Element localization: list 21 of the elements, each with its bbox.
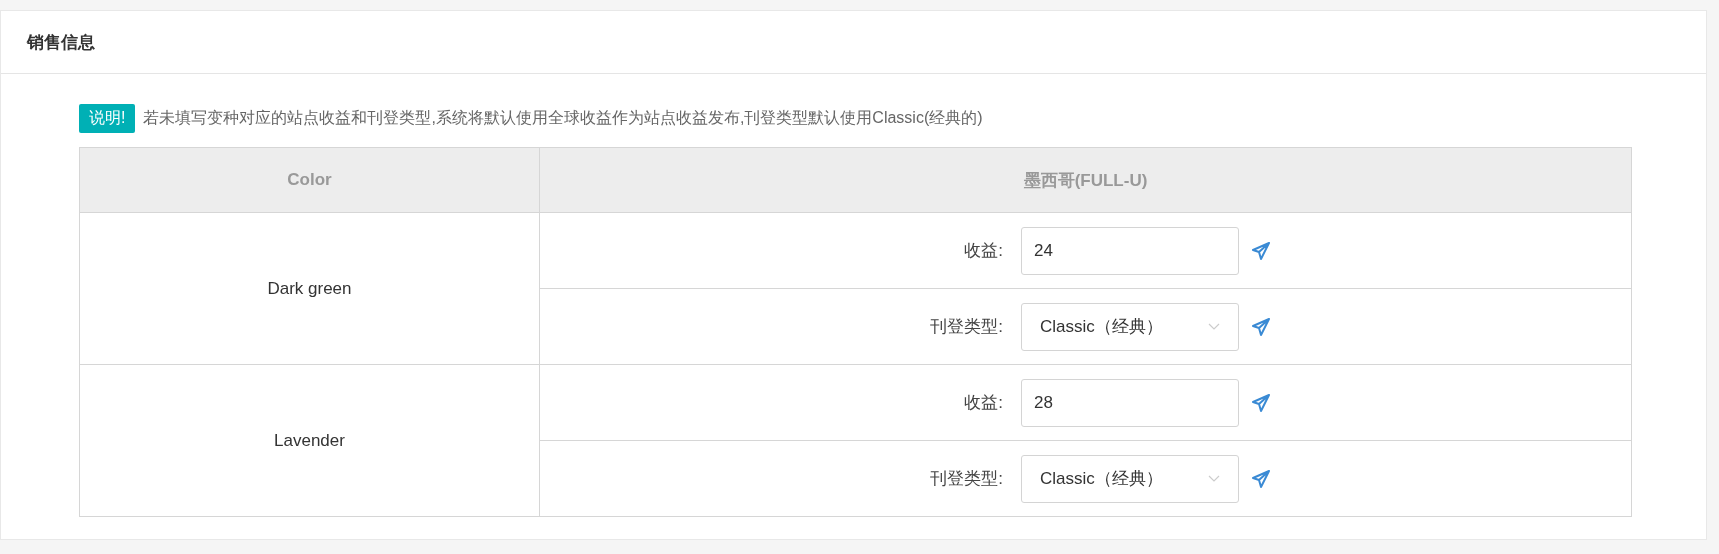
column-header: Color: [79, 147, 540, 213]
revenue-field[interactable]: 28: [1021, 378, 1239, 427]
notice-text: 若未填写变种对应的站点收益和刊登类型,系统将默认使用全球收益作为站点收益发布,刊登类型默认使用Classic(经典的): [143, 108, 983, 128]
variant-cell: Lavender: [79, 364, 540, 517]
field-label: 收益:: [964, 240, 1003, 262]
chevron-down-icon: [1208, 474, 1220, 483]
listing-type-select[interactable]: Classic（经典）: [1021, 302, 1239, 351]
field-label: 刊登类型:: [930, 316, 1003, 338]
panel-title: 销售信息: [27, 31, 95, 54]
revenue-field[interactable]: 24: [1021, 226, 1239, 275]
send-icon[interactable]: [1251, 468, 1271, 489]
field-label: 收益:: [964, 392, 1003, 414]
variant-cell: Dark green: [79, 212, 540, 365]
send-icon[interactable]: [1251, 392, 1271, 413]
field-label: 刊登类型:: [930, 468, 1003, 490]
chevron-down-icon: [1208, 322, 1220, 331]
send-icon[interactable]: [1251, 316, 1271, 337]
send-icon[interactable]: [1251, 240, 1271, 261]
listing-type-select[interactable]: Classic（经典）: [1021, 454, 1239, 503]
notice-badge: 说明!: [79, 104, 136, 133]
column-header: 墨西哥(FULL-U): [539, 147, 1632, 213]
